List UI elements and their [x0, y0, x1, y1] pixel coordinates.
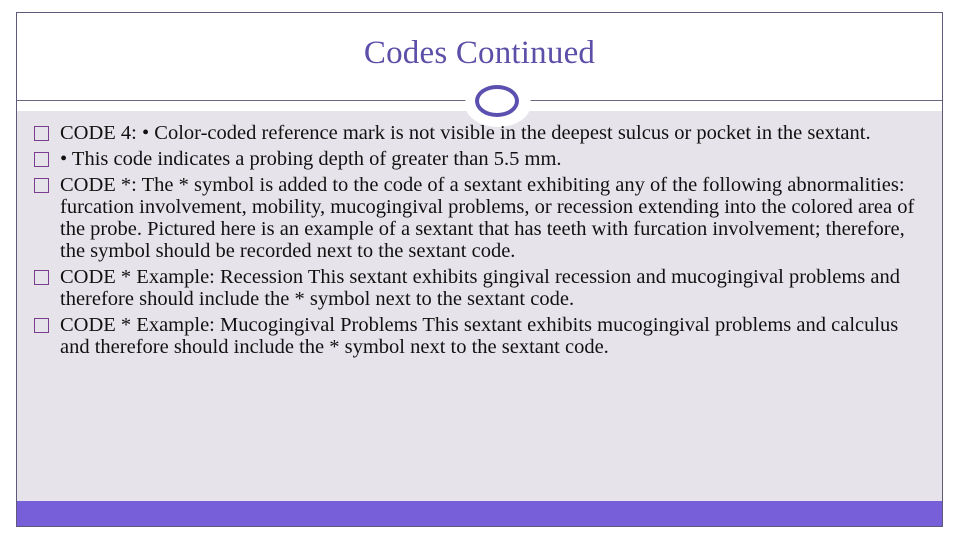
bullet-text: CODE 4: • Color-coded reference mark is …: [60, 122, 871, 144]
bullet-item-mucogingival-example: CODE * Example: Mucogingival Problems Th…: [30, 314, 930, 358]
bullet-text: CODE *: The * symbol is added to the cod…: [60, 174, 915, 262]
square-bullet-icon: [34, 318, 49, 333]
slide-title: Codes Continued: [363, 35, 596, 71]
bullet-text: CODE * Example: Recession This sextant e…: [60, 266, 900, 310]
square-bullet-icon: [34, 178, 49, 193]
square-bullet-icon: [34, 270, 49, 285]
ring-ornament-icon: [475, 85, 519, 117]
bullet-item-code-4: CODE 4: • Color-coded reference mark is …: [30, 122, 930, 144]
square-bullet-icon: [34, 152, 49, 167]
bullet-text: CODE * Example: Mucogingival Problems Th…: [60, 314, 899, 358]
bullet-item-code-star: CODE *: The * symbol is added to the cod…: [30, 174, 930, 262]
footer-accent-bar: [17, 501, 942, 526]
bullet-text: • This code indicates a probing depth of…: [60, 148, 562, 170]
square-bullet-icon: [34, 126, 49, 141]
bullet-item-probing-depth: • This code indicates a probing depth of…: [30, 148, 930, 170]
bullet-item-recession-example: CODE * Example: Recession This sextant e…: [30, 266, 930, 310]
bullet-list: CODE 4: • Color-coded reference mark is …: [30, 122, 930, 362]
